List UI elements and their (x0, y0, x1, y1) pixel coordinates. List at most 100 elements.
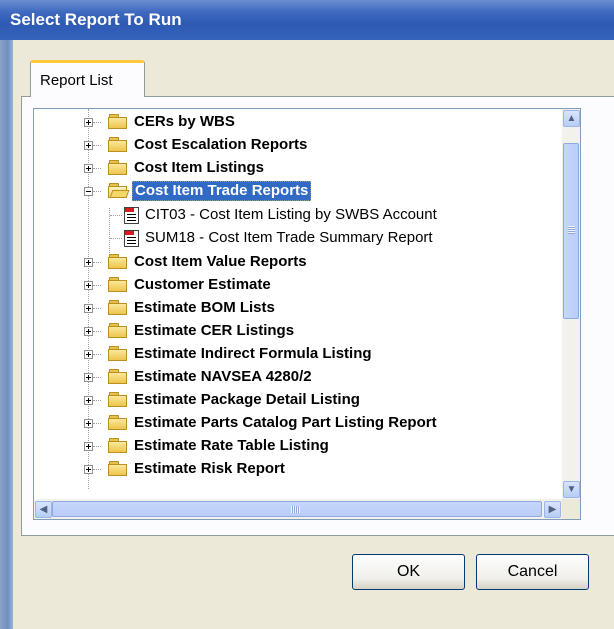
chevron-up-icon: ▲ (566, 113, 577, 124)
tree-node-label: CERs by WBS (134, 113, 235, 130)
tree-connector (93, 400, 101, 401)
folder-icon (108, 461, 128, 476)
expand-icon[interactable] (84, 164, 93, 173)
horizontal-scroll-thumb[interactable] (52, 501, 542, 517)
folder-icon (108, 114, 128, 129)
tree-connector (93, 168, 101, 169)
tree-node-label: Customer Estimate (134, 276, 271, 293)
folder-icon (108, 277, 128, 292)
scroll-up-button[interactable]: ▲ (563, 110, 580, 127)
scroll-down-button[interactable]: ▼ (563, 481, 580, 498)
report-tree[interactable]: CERs by WBS Cost Escalation Reports Cost… (33, 108, 581, 520)
tree-connector (110, 215, 122, 216)
tree-node-cost-item-value-reports[interactable]: Cost Item Value Reports (34, 251, 562, 274)
tree-node-cers-by-wbs[interactable]: CERs by WBS (34, 111, 562, 134)
report-document-icon (124, 207, 140, 224)
chevron-right-icon: ▶ (548, 504, 557, 515)
tree-node-label: Cost Item Trade Reports (132, 181, 312, 201)
tree-node-customer-estimate[interactable]: Customer Estimate (34, 274, 562, 297)
expand-icon[interactable] (84, 442, 93, 451)
expand-icon[interactable] (84, 281, 93, 290)
tree-node-report-cit03[interactable]: CIT03 - Cost Item Listing by SWBS Accoun… (34, 204, 562, 227)
cancel-button[interactable]: Cancel (476, 554, 589, 590)
tree-node-label: Estimate Indirect Formula Listing (134, 345, 372, 362)
tree-node-estimate-navsea[interactable]: Estimate NAVSEA 4280/2 (34, 366, 562, 389)
tree-node-estimate-risk-report[interactable]: Estimate Risk Report (34, 458, 562, 481)
tab-report-list[interactable]: Report List (30, 60, 145, 97)
dialog-body: Report List CERs by WBS Cost Escalation … (13, 40, 614, 629)
grip-icon (291, 506, 300, 513)
tree-node-label: CIT03 - Cost Item Listing by SWBS Accoun… (145, 206, 437, 223)
tree-node-label: Estimate Package Detail Listing (134, 391, 360, 408)
tree-node-label: Estimate NAVSEA 4280/2 (134, 368, 312, 385)
scroll-left-button[interactable]: ◀ (35, 501, 52, 518)
tree-node-report-sum18[interactable]: SUM18 - Cost Item Trade Summary Report (34, 227, 562, 250)
expand-icon[interactable] (84, 258, 93, 267)
tree-connector (93, 122, 101, 123)
tree-content: CERs by WBS Cost Escalation Reports Cost… (34, 109, 562, 499)
tree-node-cost-escalation-reports[interactable]: Cost Escalation Reports (34, 134, 562, 157)
expand-icon[interactable] (84, 327, 93, 336)
folder-icon (108, 137, 128, 152)
tree-connector (93, 354, 101, 355)
tree-node-estimate-parts-catalog[interactable]: Estimate Parts Catalog Part Listing Repo… (34, 412, 562, 435)
tree-node-estimate-bom-lists[interactable]: Estimate BOM Lists (34, 297, 562, 320)
folder-icon (108, 438, 128, 453)
expand-icon[interactable] (84, 118, 93, 127)
expand-icon[interactable] (84, 396, 93, 405)
expand-icon[interactable] (84, 373, 93, 382)
tree-node-cost-item-trade-reports[interactable]: Cost Item Trade Reports (34, 180, 562, 203)
tree-node-estimate-cer-listings[interactable]: Estimate CER Listings (34, 320, 562, 343)
window-title: Select Report To Run (10, 10, 182, 29)
tree-connector (110, 238, 122, 239)
folder-icon (108, 323, 128, 338)
tree-connector (93, 285, 101, 286)
tree-connector (93, 331, 101, 332)
tree-connector (93, 446, 101, 447)
tree-node-label: Cost Item Listings (134, 159, 265, 176)
tree-node-label: Estimate CER Listings (134, 322, 295, 339)
background-window-edge (0, 40, 13, 629)
tree-node-label: SUM18 - Cost Item Trade Summary Report (145, 229, 433, 246)
chevron-down-icon: ▼ (566, 484, 577, 495)
report-document-icon (124, 230, 140, 247)
folder-icon (108, 346, 128, 361)
tree-node-estimate-rate-table-listing[interactable]: Estimate Rate Table Listing (34, 435, 562, 458)
tree-node-estimate-package-detail-listing[interactable]: Estimate Package Detail Listing (34, 389, 562, 412)
tree-node-label: Cost Escalation Reports (134, 136, 308, 153)
tree-node-label: Cost Item Value Reports (134, 253, 307, 270)
vertical-scrollbar[interactable]: ▲ ▼ (562, 109, 580, 499)
tree-node-label: Estimate BOM Lists (134, 299, 275, 316)
expand-icon[interactable] (84, 465, 93, 474)
tree-connector (93, 377, 101, 378)
folder-icon (108, 300, 128, 315)
tree-node-estimate-indirect-formula-listing[interactable]: Estimate Indirect Formula Listing (34, 343, 562, 366)
expand-icon[interactable] (84, 141, 93, 150)
window-titlebar[interactable]: Select Report To Run (0, 0, 614, 40)
folder-icon (108, 160, 128, 175)
folder-icon (108, 415, 128, 430)
tree-connector (93, 145, 101, 146)
vertical-scroll-thumb[interactable] (563, 143, 579, 319)
folder-icon (108, 392, 128, 407)
open-folder-icon (108, 183, 130, 198)
collapse-icon[interactable] (84, 187, 93, 196)
tree-node-label: Estimate Parts Catalog Part Listing Repo… (134, 414, 437, 431)
expand-icon[interactable] (84, 304, 93, 313)
chevron-left-icon: ◀ (39, 504, 48, 515)
tree-connector (93, 423, 101, 424)
tree-connector (93, 308, 101, 309)
horizontal-scrollbar[interactable]: ◀ ▶ (34, 499, 562, 519)
tree-node-label: Estimate Rate Table Listing (134, 437, 329, 454)
expand-icon[interactable] (84, 350, 93, 359)
grip-icon (568, 226, 575, 234)
expand-icon[interactable] (84, 419, 93, 428)
ok-button[interactable]: OK (352, 554, 465, 590)
tree-node-cost-item-listings[interactable]: Cost Item Listings (34, 157, 562, 180)
tree-connector (93, 191, 101, 192)
scroll-right-button[interactable]: ▶ (544, 501, 561, 518)
folder-icon (108, 369, 128, 384)
scrollbar-corner (562, 499, 580, 519)
tree-connector (93, 469, 101, 470)
tree-connector (93, 262, 101, 263)
